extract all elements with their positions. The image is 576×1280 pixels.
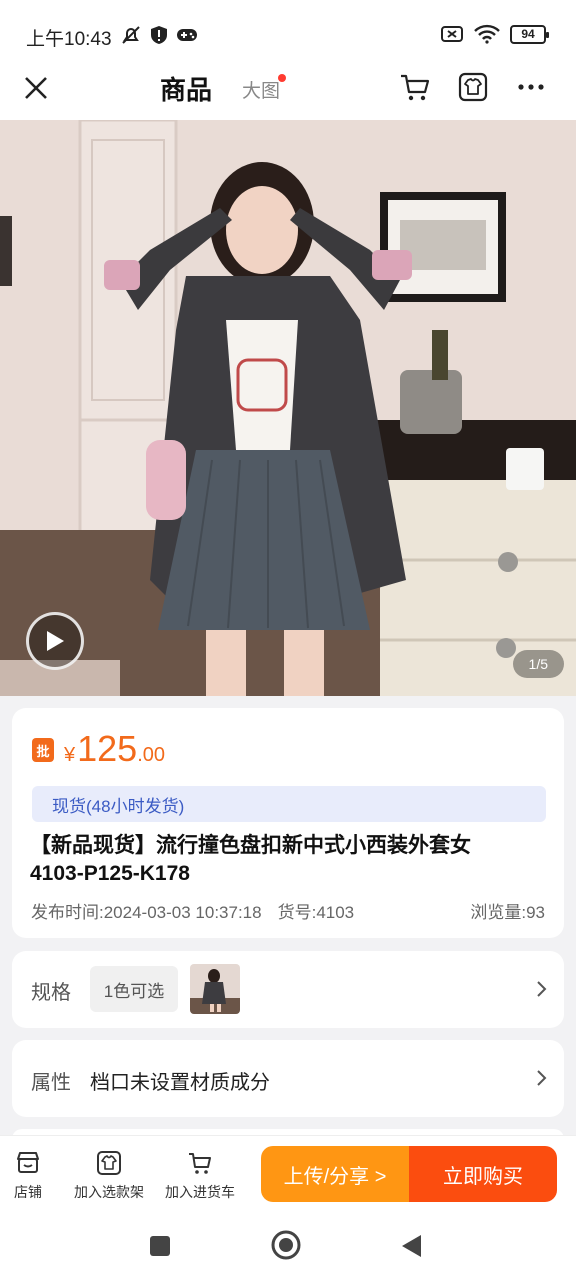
shield-icon [151,26,167,44]
spec-thumbnail-image [190,964,240,1014]
top-nav-bar: 商品 大图 [0,62,576,120]
wifi-icon [474,24,500,44]
spec-row[interactable]: 规格 1色可选 [12,951,564,1028]
add-to-shelf-button[interactable]: 加入选款架 [74,1150,144,1202]
notification-dot [278,74,286,82]
stock-tag: 现货(48小时发货) [32,786,546,822]
spec-thumbnail[interactable] [190,964,240,1014]
product-photo [0,120,576,696]
attribute-row[interactable]: 属性 档口未设置材质成分 [12,1040,564,1117]
store-label: 店铺 [14,1184,42,1200]
system-nav-bar [0,1215,576,1280]
spec-label: 规格 [31,982,71,1004]
price-integer: 125 [77,728,138,769]
chevron-right-icon [537,981,547,997]
battery-indicator: 94 [510,24,549,44]
price-symbol: ¥ [64,744,76,766]
shirt-icon [97,1151,121,1175]
tab-product[interactable]: 商品 [160,70,212,107]
play-icon [47,631,64,651]
status-left-icons [120,24,198,46]
cart-icon [189,1153,211,1174]
product-meta: 发布时间:2024-03-03 10:37:18 货号:4103 浏览量:93 [31,898,545,923]
back-icon[interactable] [400,1233,424,1259]
attribute-value: 档口未设置材质成分 [90,1072,270,1094]
add-to-shelf-label: 加入选款架 [74,1184,144,1200]
price-decimal: .00 [137,744,166,766]
buy-now-button[interactable]: 立即购买 [409,1146,557,1202]
status-bar: 上午10:43 94 [0,0,576,62]
status-time: 上午10:43 [26,29,112,50]
tab-large-image[interactable]: 大图 [242,76,280,103]
close-icon[interactable] [20,72,52,104]
product-title-line2: 4103-P125-K178 [30,862,190,885]
gamepad-icon [177,29,197,41]
chevron-right-icon [537,1070,547,1086]
recent-apps-icon[interactable] [149,1235,171,1257]
image-counter: 1/5 [512,650,564,678]
shirt-icon[interactable] [456,70,490,104]
cart-icon[interactable] [398,70,432,104]
publish-time: 发布时间:2024-03-03 10:37:18 [31,903,262,922]
product-title: 【新品现货】流行撞色盘扣新中式小西装外套女 4103-P125-K178 [30,832,550,888]
mute-icon [122,26,140,44]
home-icon[interactable] [270,1229,302,1261]
bottom-action-bar: 店铺 加入选款架 加入进货车 上传/分享 > 立即购买 [0,1135,576,1215]
attribute-label: 属性 [31,1072,71,1094]
add-to-cart-button[interactable]: 加入进货车 [165,1150,235,1202]
product-image[interactable]: 1/5 [0,120,576,696]
product-title-line1: 【新品现货】流行撞色盘扣新中式小西装外套女 [30,834,471,857]
item-number: 货号:4103 [277,903,355,922]
product-info-card: 批 ¥ 125 .00 现货(48小时发货) 【新品现货】流行撞色盘扣新中式小西… [12,708,564,938]
status-right-icons: 94 [440,24,549,44]
price: ¥ 125 .00 [64,728,165,770]
sim-off-icon [441,26,463,42]
upload-share-button[interactable]: 上传/分享 > [261,1146,409,1202]
store-button[interactable]: 店铺 [14,1150,42,1202]
wholesale-badge: 批 [32,738,54,762]
spec-color-chip[interactable]: 1色可选 [90,966,178,1012]
play-video-button[interactable] [26,612,84,670]
store-icon [17,1152,39,1173]
more-icon[interactable] [514,70,548,104]
view-count: 浏览量:93 [470,903,545,922]
add-to-cart-label: 加入进货车 [165,1184,235,1200]
